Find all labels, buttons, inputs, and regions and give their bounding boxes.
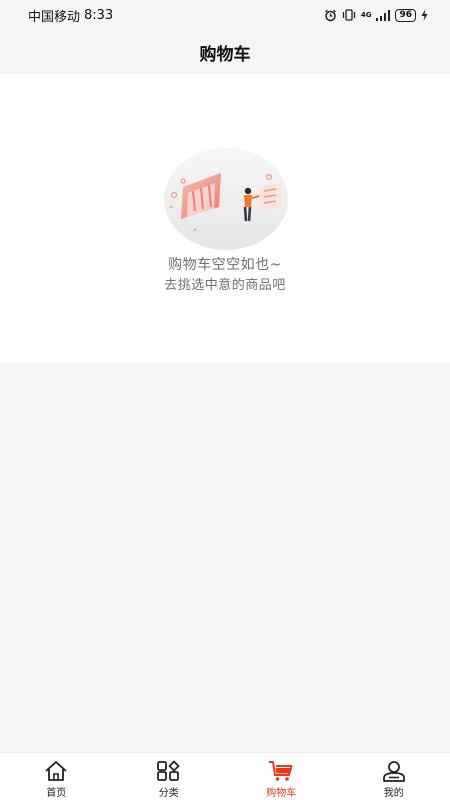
signal-icon	[376, 9, 391, 21]
tab-category-label: 分类	[158, 788, 179, 799]
tab-cart-label: 购物车	[266, 788, 297, 799]
network-type: 4G	[360, 10, 372, 19]
home-icon	[45, 761, 67, 781]
empty-cart-title: 购物车空空如也~	[168, 257, 282, 273]
tab-profile-label: 我的	[383, 788, 404, 799]
status-right: 4G 96	[324, 8, 428, 22]
empty-cart-subtitle: 去挑选中意的商品吧	[164, 278, 286, 293]
status-left: 中国移动 8:33	[28, 6, 113, 25]
tab-profile[interactable]: 我的	[338, 753, 450, 800]
charging-icon	[421, 9, 428, 21]
battery-indicator: 96	[395, 8, 416, 22]
clock: 8:33	[84, 7, 114, 23]
cart-icon	[269, 761, 293, 781]
status-bar: 中国移动 8:33 4G 96	[0, 0, 450, 30]
tab-home-label: 首页	[46, 788, 67, 799]
profile-icon	[382, 761, 405, 782]
alarm-icon	[324, 9, 336, 21]
vibrate-icon	[342, 9, 355, 21]
carrier-label: 中国移动	[28, 9, 81, 25]
empty-cart-illustration	[164, 148, 288, 250]
header-bar: 购物车	[0, 30, 450, 74]
tab-cart[interactable]: 购物车	[225, 753, 338, 800]
category-icon	[156, 760, 180, 781]
tab-category[interactable]: 分类	[113, 753, 226, 800]
page-title: 购物车	[199, 44, 251, 65]
bottom-tab-bar: 首页 分类 购物车 我的	[0, 752, 450, 800]
tab-home[interactable]: 首页	[0, 753, 113, 800]
